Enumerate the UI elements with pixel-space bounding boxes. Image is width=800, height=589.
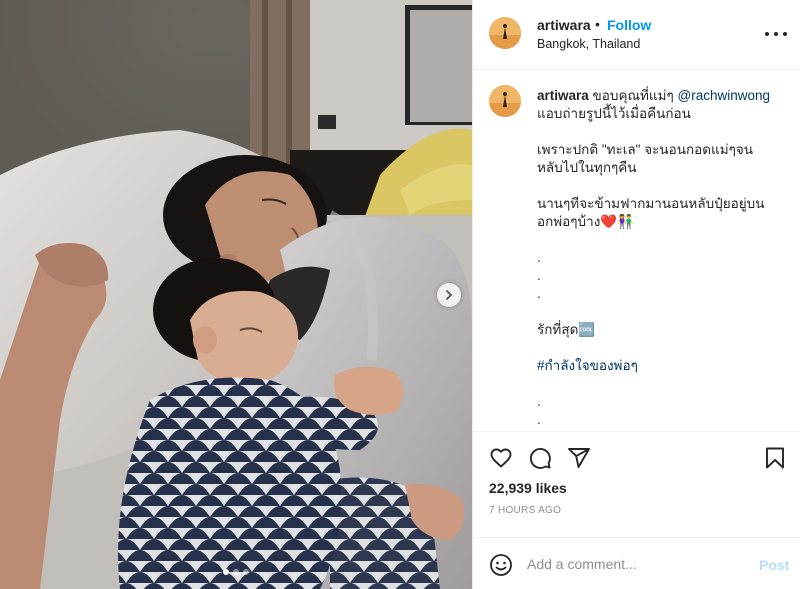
caption-line: . xyxy=(537,268,541,283)
share-button[interactable] xyxy=(567,446,593,472)
caption-line: แอบถ่ายรูปนี้ไว้เมื่อคืนก่อน xyxy=(537,106,691,121)
caption-mention[interactable]: @rachwinwong xyxy=(678,88,771,103)
post-actions: 22,939 likes 7 HOURS AGO xyxy=(473,431,800,537)
post-header: artiwara • Follow Bangkok, Thailand xyxy=(473,0,800,70)
caption-line: . xyxy=(537,250,541,265)
caption-line: . xyxy=(537,286,541,301)
caption-hashtag[interactable]: #กำลังใจของพ่อๆ xyxy=(537,357,787,375)
carousel-dot xyxy=(243,569,249,575)
post-photo xyxy=(0,0,472,589)
comment-icon xyxy=(529,447,551,469)
caption-line: อกพ่อๆบ้าง❤️👫 xyxy=(537,214,634,229)
likes-count[interactable]: 22,939 likes xyxy=(489,480,567,496)
caption-line: . xyxy=(537,412,541,427)
post-caption: artiwara ขอบคุณที่แม่ๆ @rachwinwong แอบถ… xyxy=(537,87,787,429)
avatar[interactable] xyxy=(489,85,521,117)
like-button[interactable] xyxy=(489,446,515,472)
post-timestamp[interactable]: 7 HOURS AGO xyxy=(489,505,561,516)
carousel-dot xyxy=(223,569,229,575)
caption-text: ขอบคุณที่แม่ๆ xyxy=(592,88,674,103)
post-side-panel: artiwara • Follow Bangkok, Thailand arti… xyxy=(472,0,800,589)
caption-line: รักที่สุด🆒 xyxy=(537,322,596,337)
heart-icon xyxy=(490,448,512,468)
post-username[interactable]: artiwara xyxy=(537,17,591,33)
caption-line: . xyxy=(537,394,541,409)
save-button[interactable] xyxy=(763,446,789,472)
caption-line: เพราะปกติ "ทะเล" จะนอนกอดแม่ๆจน xyxy=(537,142,753,157)
add-comment-bar: Post xyxy=(473,537,800,589)
post-media[interactable] xyxy=(0,0,472,589)
emoji-button[interactable] xyxy=(489,553,513,577)
more-options-icon[interactable] xyxy=(765,24,787,44)
carousel-dot xyxy=(233,569,239,575)
bookmark-icon xyxy=(766,447,784,469)
caption-line: หลับไปในทุกๆคืน xyxy=(537,160,637,175)
comment-input[interactable] xyxy=(527,552,747,576)
caption-username[interactable]: artiwara xyxy=(537,88,589,103)
share-icon xyxy=(568,448,590,468)
comments-area[interactable]: artiwara ขอบคุณที่แม่ๆ @rachwinwong แอบถ… xyxy=(473,71,800,431)
avatar[interactable] xyxy=(489,17,521,49)
follow-button[interactable]: Follow xyxy=(607,17,651,33)
separator-dot: • xyxy=(595,16,600,32)
carousel-indicator xyxy=(0,569,472,575)
next-image-button[interactable] xyxy=(437,283,461,307)
post-comment-button[interactable]: Post xyxy=(759,557,789,573)
post-location[interactable]: Bangkok, Thailand xyxy=(537,37,640,51)
caption-line: นานๆทีจะข้ามฟากมานอนหลับปุ๋ยอยู่บน xyxy=(537,196,765,211)
comment-button[interactable] xyxy=(528,446,554,472)
emoji-icon xyxy=(490,554,512,576)
chevron-right-icon xyxy=(446,290,452,300)
